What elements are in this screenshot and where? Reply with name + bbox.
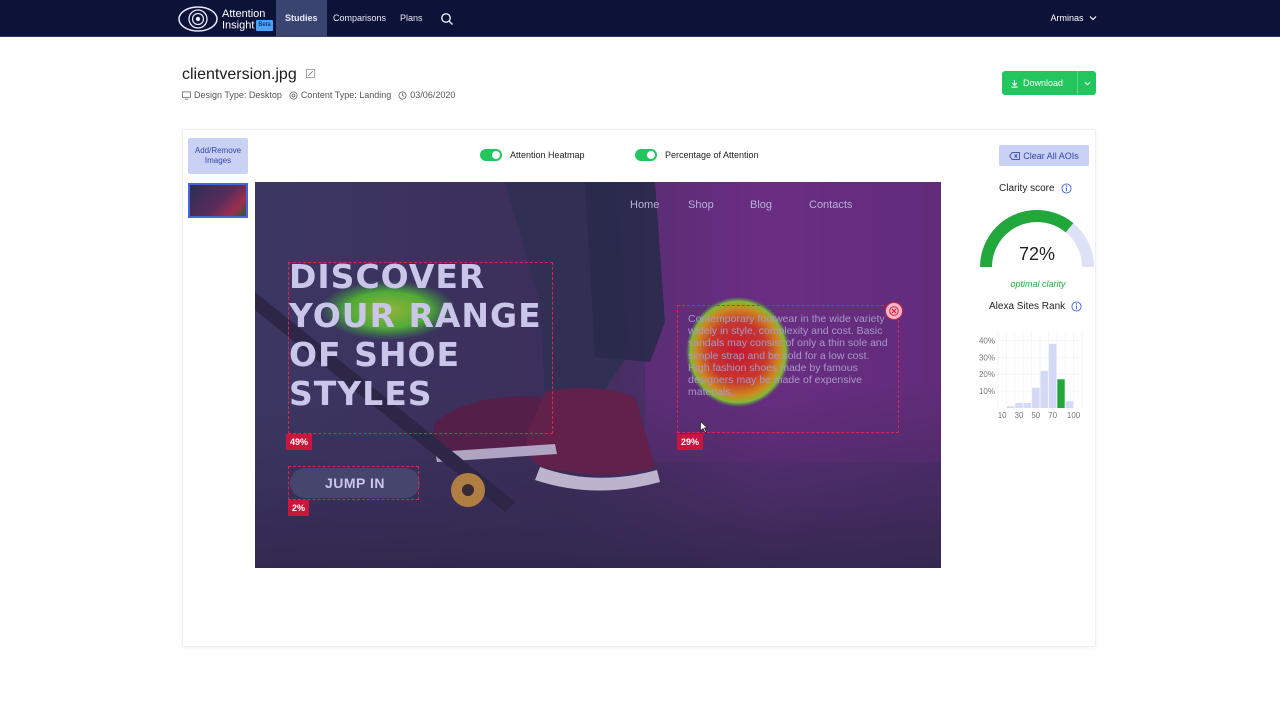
heatmap-toggle-label: Attention Heatmap [510,150,585,160]
clear-all-aois-button[interactable]: Clear All AOIs [999,145,1089,166]
clarity-score-value: 72% [1018,244,1056,264]
alexa-rank-header: Alexa Sites Rank [989,301,1082,312]
heatmap-canvas[interactable]: Home Shop Blog Contacts DISCOVER YOUR RA… [255,182,941,568]
x-tick-label: 10 [998,411,1007,420]
file-meta: Design Type: Desktop Content Type: Landi… [182,90,455,100]
chevron-down-icon [1084,81,1090,85]
user-menu[interactable]: Arminas [1050,0,1097,37]
target-icon [289,90,298,100]
clarity-score-header: Clarity score [999,183,1072,194]
y-tick-label: 30% [979,353,995,362]
site-nav-home: Home [630,199,660,211]
bar [1048,343,1057,408]
info-icon[interactable] [1061,183,1072,194]
search-icon[interactable] [440,12,454,26]
site-nav-shop: Shop [688,199,714,211]
heatmap-toggle[interactable] [480,149,502,161]
nav-plans[interactable]: Plans [391,0,432,37]
aoi-button-percentage: 2% [288,500,310,516]
percentage-toggle-label: Percentage of Attention [665,150,759,160]
logo-line1: Attention [222,8,266,20]
image-thumbnail[interactable] [188,183,248,218]
add-remove-label-1: Add/Remove [194,146,242,155]
logo-line2: Insight [222,19,255,32]
download-button[interactable]: Download [1002,71,1096,95]
y-tick-label: 40% [979,336,995,345]
file-title-row: clientversion.jpg [182,66,316,84]
aoi-body-text-percentage: 29% [677,434,704,450]
aoi-button[interactable] [288,466,419,500]
alexa-rank-title: Alexa Sites Rank [989,301,1066,312]
site-nav-contacts: Contacts [809,199,853,211]
info-icon[interactable] [1071,301,1082,312]
clarity-score-title: Clarity score [999,183,1055,194]
percentage-toggle-row[interactable]: Percentage of Attention [635,149,759,161]
site-nav-blog: Blog [750,199,773,211]
beta-badge: Beta [256,20,273,31]
backspace-icon [1009,151,1021,160]
download-icon [1011,79,1018,88]
aoi-delete-button[interactable] [885,302,903,320]
edit-icon[interactable] [306,69,316,78]
content-type: Content Type: Landing [300,90,392,100]
aoi-body-text[interactable] [677,305,899,433]
bar [1015,402,1023,408]
close-icon [889,306,899,316]
add-remove-label-2: Images [204,156,232,165]
percentage-toggle[interactable] [635,149,657,161]
monitor-icon [182,90,191,100]
nav-comparisons[interactable]: Comparisons [324,0,395,37]
file-title: clientversion.jpg [182,66,297,83]
attention-insight-logo[interactable]: Attention Insight Beta [178,3,273,35]
eye-logo-icon [178,6,218,32]
y-tick-label: 20% [979,370,995,379]
aoi-headline-percentage: 49% [286,434,313,450]
bar [1006,406,1015,408]
bar-highlight [1057,379,1065,408]
bar [1065,401,1074,408]
heatmap-toggle-row[interactable]: Attention Heatmap [480,149,585,161]
download-label: Download [1023,78,1064,88]
bar [1032,387,1040,408]
x-tick-label: 70 [1048,411,1057,420]
x-tick-label: 50 [1031,411,1040,420]
clarity-status: optimal clarity [1010,279,1066,289]
nav-studies[interactable]: Studies [276,0,327,37]
bar [1023,402,1032,408]
user-name: Arminas [1050,13,1084,23]
chevron-down-icon [1089,16,1097,21]
x-tick-label: 30 [1015,411,1024,420]
top-navbar: Attention Insight Beta Studies Comparison… [0,0,1280,37]
clock-icon [398,90,407,100]
aoi-headline[interactable] [288,262,553,434]
clear-all-aois-label: Clear All AOIs [1023,150,1079,161]
mouse-cursor-icon [700,421,708,433]
bar [1040,370,1048,408]
download-dropdown-toggle[interactable] [1077,71,1096,95]
upload-date: 03/06/2020 [410,90,456,100]
alexa-rank-chart: 40% 30% 20% 10% 10 30 50 70 100 [979,332,1083,420]
y-tick-label: 10% [979,387,995,396]
x-tick-label: 100 [1067,411,1081,420]
add-remove-images-button[interactable]: Add/Remove Images [188,138,248,174]
design-type: Design Type: Desktop [194,90,282,100]
